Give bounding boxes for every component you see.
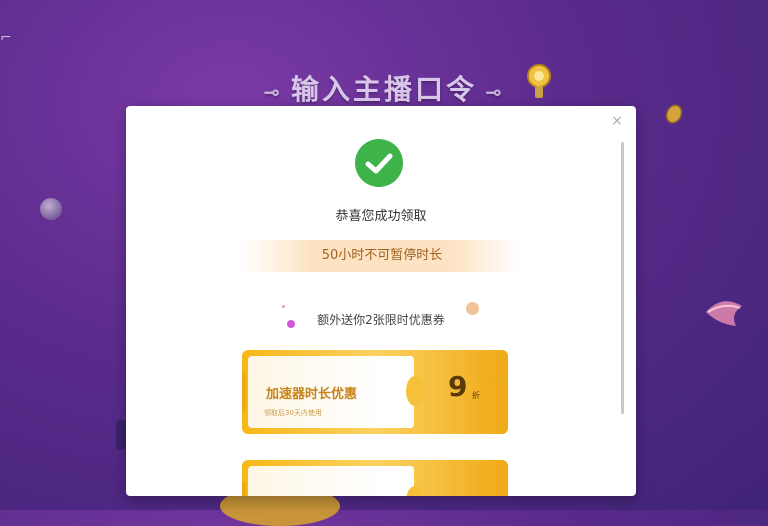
coin-icon	[665, 104, 683, 124]
coupon-body: 加速器时长优惠 领取后30天内使用	[248, 356, 414, 428]
lightbulb-icon	[527, 64, 551, 98]
coupon-card[interactable]	[242, 460, 508, 496]
page-title: ⊸ 输入主播口令 ⊸	[0, 68, 768, 108]
orb-decoration	[40, 198, 62, 220]
coupon-edge	[242, 482, 246, 496]
coupon-name: 加速器时长优惠	[266, 387, 358, 402]
check-circle-icon	[355, 139, 403, 187]
extra-coupon-text: 额外送你2张限时优惠券	[317, 313, 445, 327]
coupon-card[interactable]: 加速器时长优惠 领取后30天内使用 9 折	[242, 350, 508, 434]
bg-shadow-decoration	[116, 420, 126, 450]
coupon-value: 9	[448, 370, 468, 403]
reward-dialog: × 恭喜您成功领取 50小时不可暂停时长 额外送你2张限时优惠券 加速器时长优惠…	[126, 106, 636, 496]
dialog-scrollbar[interactable]	[621, 142, 624, 414]
confetti-dot	[282, 305, 285, 308]
coupon-desc: 领取后30天内使用	[264, 409, 322, 417]
reward-banner: 50小时不可暂停时长	[242, 240, 522, 272]
coupon-notch	[406, 376, 424, 406]
bg-left-mark: ⌐	[0, 30, 12, 46]
title-left-deco: ⊸	[263, 80, 283, 104]
coupon-unit: 折	[472, 391, 480, 400]
close-icon[interactable]: ×	[610, 114, 624, 128]
coupon-edge	[242, 372, 246, 412]
title-text: 输入主播口令	[290, 73, 477, 106]
title-right-deco: ⊸	[485, 80, 505, 104]
coupon-body	[248, 466, 414, 496]
leaf-decoration-icon	[706, 301, 742, 326]
congrats-text: 恭喜您成功领取	[335, 209, 427, 224]
